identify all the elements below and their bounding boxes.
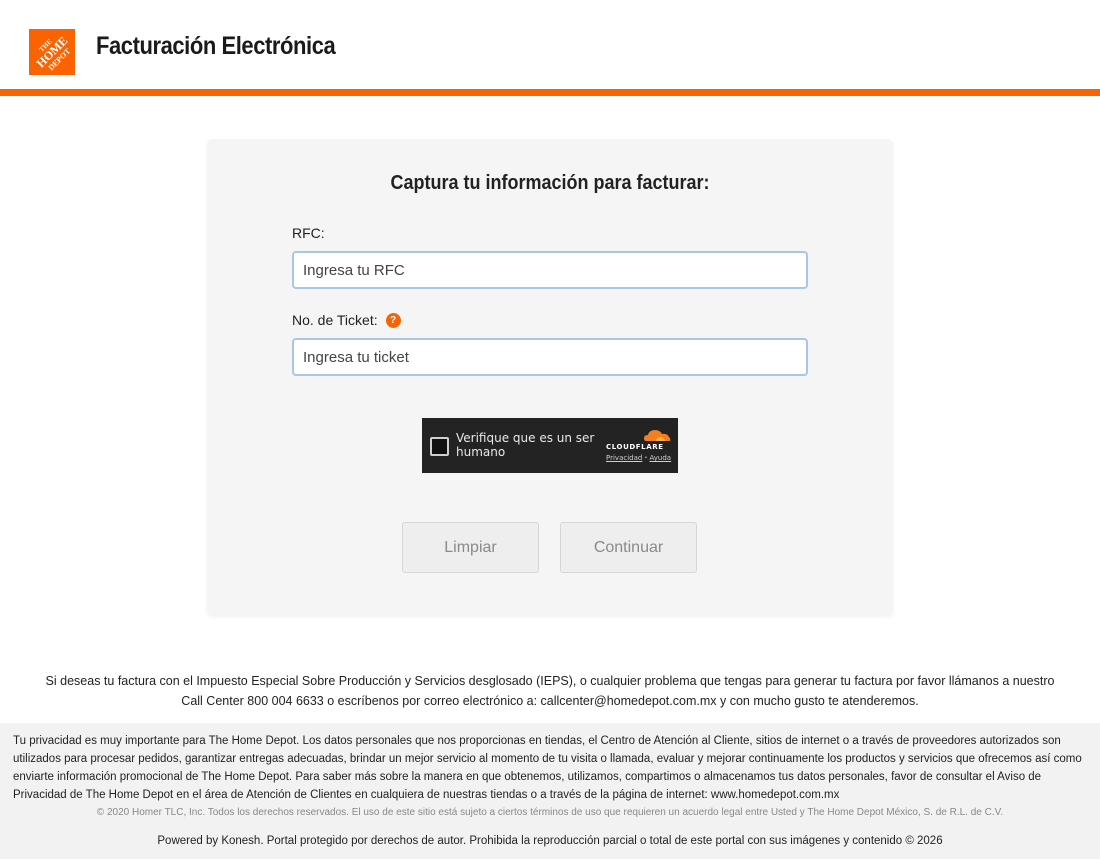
ticket-label: No. de Ticket: — [292, 312, 378, 328]
rfc-label: RFC: — [292, 225, 325, 241]
cloudflare-captcha: Verifique que es un ser humano CLOUDFLAR… — [422, 418, 678, 473]
captcha-privacy-link[interactable]: Privacidad — [606, 454, 642, 462]
header-accent-bar — [0, 89, 1100, 96]
page-title: Facturación Electrónica — [96, 32, 336, 60]
powered-by-text: Powered by Konesh. Portal protegido por … — [157, 835, 943, 847]
cloudflare-cloud-icon — [644, 430, 671, 441]
invoice-form-card: Captura tu información para facturar: RF… — [207, 139, 893, 615]
rfc-input[interactable] — [292, 251, 808, 289]
captcha-checkbox[interactable] — [430, 437, 449, 456]
form-title: Captura tu información para facturar: — [390, 172, 710, 194]
clear-button[interactable]: Limpiar — [402, 522, 539, 573]
ieps-notice: Si deseas tu factura con el Impuesto Esp… — [45, 674, 1055, 708]
ticket-input[interactable] — [292, 338, 808, 376]
continue-button[interactable]: Continuar — [560, 522, 697, 573]
captcha-text: Verifique que es un ser humano — [456, 431, 595, 459]
captcha-links: Privacidad · Ayuda — [606, 454, 671, 462]
captcha-brand: CLOUDFLARE — [606, 443, 664, 451]
home-depot-logo[interactable]: THE HOME DEPOT — [29, 29, 75, 75]
privacy-notice: Tu privacidad es muy importante para The… — [13, 735, 1082, 801]
question-icon[interactable]: ? — [385, 312, 401, 328]
page-header: THE HOME DEPOT Facturación Electrónica — [0, 0, 1100, 96]
copyright-text: © 2020 Homer TLC, Inc. Todos los derecho… — [96, 807, 1004, 818]
captcha-help-link[interactable]: Ayuda — [649, 454, 671, 462]
page-footer: Tu privacidad es muy importante para The… — [0, 723, 1100, 859]
ticket-label-row: No. de Ticket: ? — [292, 312, 401, 328]
captcha-link-separator: · — [644, 454, 648, 462]
